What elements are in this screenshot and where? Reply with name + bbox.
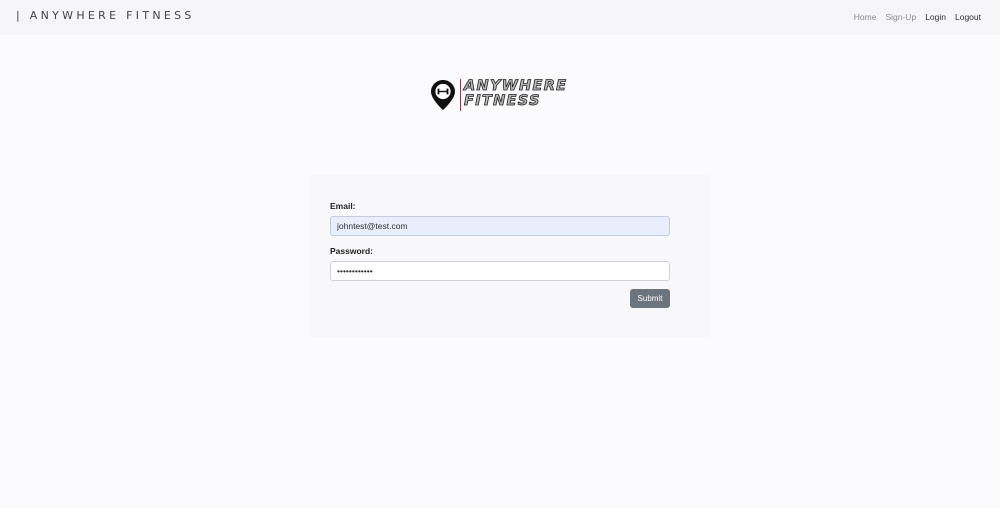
nav-link-logout[interactable]: Logout <box>955 12 981 22</box>
nav-link-signup[interactable]: Sign-Up <box>885 12 916 22</box>
nav-links: Home Sign-Up Login Logout <box>854 12 981 22</box>
logo-divider <box>460 79 461 111</box>
logo: ANYWHERE FITNESS <box>430 78 575 113</box>
nav-link-home[interactable]: Home <box>854 12 877 22</box>
logo-line-1: ANYWHERE <box>464 78 568 94</box>
login-form-panel <box>310 175 710 337</box>
brand-title[interactable]: | ANYWHERE FITNESS <box>16 9 195 22</box>
navbar: | ANYWHERE FITNESS Home Sign-Up Login Lo… <box>0 0 1000 35</box>
map-pin-dumbbell-icon <box>431 80 455 110</box>
email-label: Email: <box>330 201 356 211</box>
logo-wordmark: ANYWHERE FITNESS <box>464 78 568 109</box>
email-field[interactable] <box>330 216 670 236</box>
nav-link-login[interactable]: Login <box>925 12 946 22</box>
submit-button[interactable]: Submit <box>630 289 670 308</box>
password-label: Password: <box>330 246 373 256</box>
password-field[interactable] <box>330 261 670 281</box>
logo-line-2: FITNESS <box>464 93 541 109</box>
